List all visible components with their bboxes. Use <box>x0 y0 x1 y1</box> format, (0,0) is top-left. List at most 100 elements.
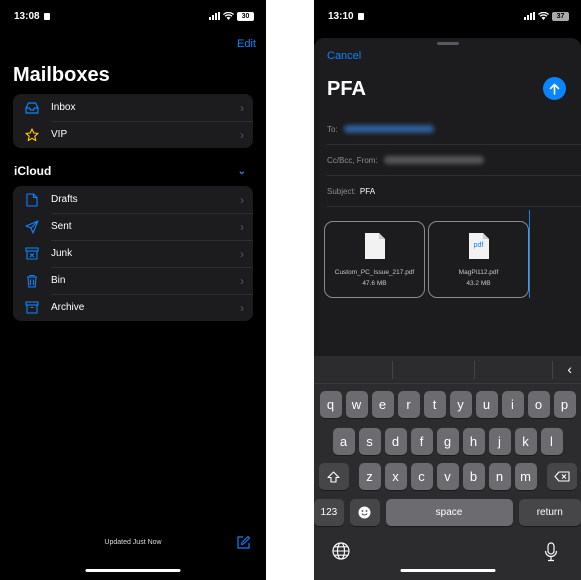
globe-icon[interactable] <box>332 542 350 565</box>
redacted-sender <box>383 156 484 164</box>
key-e[interactable]: e <box>371 391 394 418</box>
mailbox-row-inbox[interactable]: Inbox › <box>13 94 253 121</box>
mailbox-row-drafts[interactable]: Drafts › <box>13 186 253 213</box>
attachment-name: Custom_PC_Issue_217.pdf <box>334 269 415 276</box>
mailbox-row-sent[interactable]: Sent › <box>13 213 253 240</box>
key-o[interactable]: o <box>527 391 550 418</box>
key-c[interactable]: c <box>410 463 433 490</box>
key-l[interactable]: l <box>540 428 563 455</box>
emoji-icon <box>358 506 371 519</box>
key-s[interactable]: s <box>358 428 381 455</box>
key-p[interactable]: p <box>553 391 576 418</box>
key-a[interactable]: a <box>332 428 355 455</box>
star-icon <box>13 127 51 142</box>
signal-icon <box>209 12 220 20</box>
key-m[interactable]: m <box>514 463 537 490</box>
archive-box-icon <box>13 301 51 314</box>
key-j[interactable]: j <box>488 428 511 455</box>
pdf-badge: pdf <box>473 242 484 249</box>
key-k[interactable]: k <box>514 428 537 455</box>
key-z[interactable]: z <box>358 463 381 490</box>
message-heading: PFA <box>327 78 366 100</box>
mailbox-row-bin[interactable]: Bin › <box>13 267 253 294</box>
redacted-recipient <box>343 125 434 133</box>
key-u[interactable]: u <box>475 391 498 418</box>
key-y[interactable]: y <box>449 391 472 418</box>
shift-key[interactable] <box>318 463 349 490</box>
status-bar: 13:10 37 <box>328 8 569 24</box>
blank-document-icon <box>364 232 386 265</box>
status-bar: 13:08 30 <box>14 8 254 24</box>
subject-label: Subject: <box>327 186 356 196</box>
edit-button[interactable]: Edit <box>237 38 256 50</box>
home-indicator[interactable] <box>400 569 495 572</box>
shift-icon <box>327 470 340 483</box>
attachment-name: MagPi112.pdf <box>458 269 499 276</box>
key-h[interactable]: h <box>462 428 485 455</box>
send-button[interactable] <box>543 77 566 100</box>
suggestion-bar: ‹ <box>314 356 581 384</box>
key-i[interactable]: i <box>501 391 524 418</box>
inbox-icon <box>13 101 51 114</box>
numbers-key[interactable]: 123 <box>314 499 344 526</box>
mailbox-row-vip[interactable]: VIP › <box>13 121 253 148</box>
arrow-up-icon <box>549 83 560 95</box>
letter-keys: zxcvbnm <box>358 463 537 490</box>
mailbox-label: Archive <box>51 302 85 313</box>
sheet-grabber[interactable] <box>436 42 459 45</box>
mailbox-row-archive[interactable]: Archive › <box>13 294 253 321</box>
section-header-icloud[interactable]: iCloud ⌄ <box>14 164 246 178</box>
key-d[interactable]: d <box>384 428 407 455</box>
battery-icon: 37 <box>552 11 569 21</box>
space-key[interactable]: space <box>385 499 513 526</box>
key-g[interactable]: g <box>436 428 459 455</box>
chevron-left-icon[interactable]: ‹ <box>567 361 572 377</box>
delete-key[interactable] <box>546 463 577 490</box>
subject-field[interactable]: Subject: PFA <box>327 176 581 207</box>
cancel-button[interactable]: Cancel <box>327 50 361 62</box>
attachment-1[interactable]: Custom_PC_Issue_217.pdf 47.6 MB <box>324 221 425 298</box>
compose-icon[interactable] <box>236 535 251 555</box>
key-n[interactable]: n <box>488 463 511 490</box>
to-label: To: <box>327 124 338 134</box>
key-r[interactable]: r <box>397 391 420 418</box>
attachment-2[interactable]: pdf MagPi112.pdf 43.2 MB <box>428 221 529 298</box>
update-status: Updated Just Now <box>104 539 162 546</box>
mailboxes-screen: 13:08 30 Edit Mailboxes Inbox › VIP › iC… <box>0 0 266 580</box>
key-x[interactable]: x <box>384 463 407 490</box>
status-time: 13:10 <box>328 10 354 22</box>
status-time: 13:08 <box>14 10 40 22</box>
chevron-down-icon: ⌄ <box>237 165 246 177</box>
mailbox-label: Drafts <box>51 194 78 205</box>
key-t[interactable]: t <box>423 391 446 418</box>
key-w[interactable]: w <box>345 391 368 418</box>
key-b[interactable]: b <box>462 463 485 490</box>
chevron-right-icon: › <box>240 192 244 207</box>
cc-bcc-from-field[interactable]: Cc/Bcc, From: <box>327 145 581 176</box>
document-icon <box>13 192 51 207</box>
emoji-key[interactable] <box>349 499 380 526</box>
wifi-icon <box>223 12 234 20</box>
mailbox-label: Sent <box>51 221 72 232</box>
compose-sheet: Cancel PFA To: Cc/Bcc, From: Subject: PF… <box>314 38 581 356</box>
return-key[interactable]: return <box>518 499 581 526</box>
to-field[interactable]: To: <box>327 114 581 145</box>
page-title: Mailboxes <box>13 64 110 86</box>
trash-icon <box>13 274 51 288</box>
mailbox-label: Bin <box>51 275 66 286</box>
key-v[interactable]: v <box>436 463 459 490</box>
microphone-icon[interactable] <box>544 542 558 567</box>
key-f[interactable]: f <box>410 428 433 455</box>
home-indicator[interactable] <box>85 569 181 572</box>
key-row-1: qwertyuiop <box>314 391 581 418</box>
pdf-document-icon: pdf <box>468 232 490 265</box>
mailbox-label: Inbox <box>51 102 76 113</box>
wifi-icon <box>538 12 549 20</box>
battery-icon: 30 <box>237 11 254 21</box>
focus-icon <box>357 12 364 20</box>
mailbox-group-top: Inbox › VIP › <box>13 94 253 148</box>
key-q[interactable]: q <box>319 391 342 418</box>
chevron-right-icon: › <box>240 219 244 234</box>
mailbox-row-junk[interactable]: Junk › <box>13 240 253 267</box>
junk-box-icon <box>13 247 51 260</box>
